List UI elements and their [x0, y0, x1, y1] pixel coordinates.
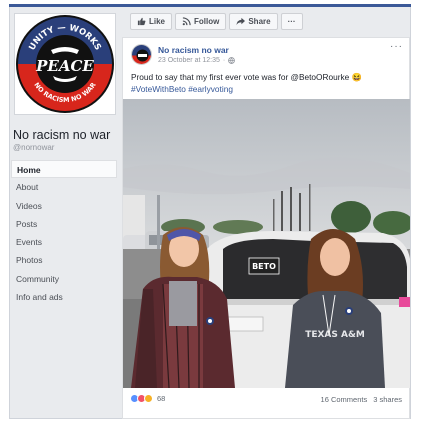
follow-label: Follow	[194, 17, 220, 26]
peace-logo: UNITY — WORKS NO RACISM NO WAR PEACE	[16, 15, 114, 113]
globe-icon[interactable]	[228, 57, 236, 64]
meta-separator: ·	[222, 57, 226, 64]
post-photo[interactable]: BETO TEXAS A&M	[123, 99, 410, 388]
sidebar-item-events[interactable]: Events	[11, 233, 117, 251]
engagement-counts: 16 Comments 3 shares	[321, 395, 402, 404]
shirt-text: TEXAS A&M	[305, 330, 365, 340]
shares-link[interactable]: 3 shares	[373, 395, 402, 404]
post-meta: 23 October at 12:35 ·	[158, 57, 236, 64]
sidebar-item-videos[interactable]: Videos	[11, 197, 117, 215]
like-button[interactable]: Like	[130, 13, 173, 30]
post-text: Proud to say that my first ever vote was…	[131, 71, 405, 95]
page-action-bar: Like Follow Share ···	[130, 13, 303, 31]
photo-sign-text: BETO	[252, 262, 276, 271]
more-options-button[interactable]: ···	[280, 13, 303, 30]
share-label: Share	[248, 17, 271, 26]
more-options-label: ···	[287, 17, 296, 26]
share-button[interactable]: Share	[229, 13, 278, 30]
sidebar-item-about[interactable]: About	[11, 178, 117, 196]
comments-link[interactable]: 16 Comments	[321, 395, 368, 404]
page-name[interactable]: No racism no war	[13, 128, 110, 142]
reaction-count: 68	[157, 394, 166, 403]
logo-center-text: PEACE	[35, 57, 94, 75]
haha-reaction-icon	[144, 394, 153, 403]
author-avatar-logo	[132, 45, 151, 64]
post-body: Proud to say that my first ever vote was…	[131, 72, 362, 82]
post-author-name[interactable]: No racism no war	[158, 45, 229, 55]
sidebar-nav: Home About Videos Posts Events Photos Co…	[11, 160, 117, 306]
sidebar-item-home[interactable]: Home	[11, 160, 117, 179]
post-card: No racism no war 23 October at 12:35 · ·…	[122, 37, 410, 419]
voting-photo: BETO TEXAS A&M	[123, 99, 410, 388]
post-author-avatar[interactable]	[131, 44, 152, 65]
sidebar-item-info-and-ads[interactable]: Info and ads	[11, 288, 117, 306]
like-label: Like	[149, 17, 166, 26]
sidebar-item-posts[interactable]: Posts	[11, 215, 117, 233]
share-arrow-icon	[236, 17, 246, 26]
reaction-summary[interactable]: 68	[130, 394, 165, 403]
post-options-icon[interactable]: ···	[390, 41, 403, 52]
sidebar-item-community[interactable]: Community	[11, 270, 117, 288]
post-hashtags[interactable]: #VoteWithBeto #earlyvoting	[131, 83, 405, 95]
follow-button[interactable]: Follow	[175, 13, 227, 30]
sidebar-item-photos[interactable]: Photos	[11, 251, 117, 269]
rss-icon	[182, 17, 191, 26]
thumbs-up-icon	[137, 17, 146, 26]
profile-picture[interactable]: UNITY — WORKS NO RACISM NO WAR PEACE	[14, 13, 116, 115]
page-handle[interactable]: @nornowar	[13, 143, 54, 152]
post-timestamp[interactable]: 23 October at 12:35	[158, 57, 220, 64]
